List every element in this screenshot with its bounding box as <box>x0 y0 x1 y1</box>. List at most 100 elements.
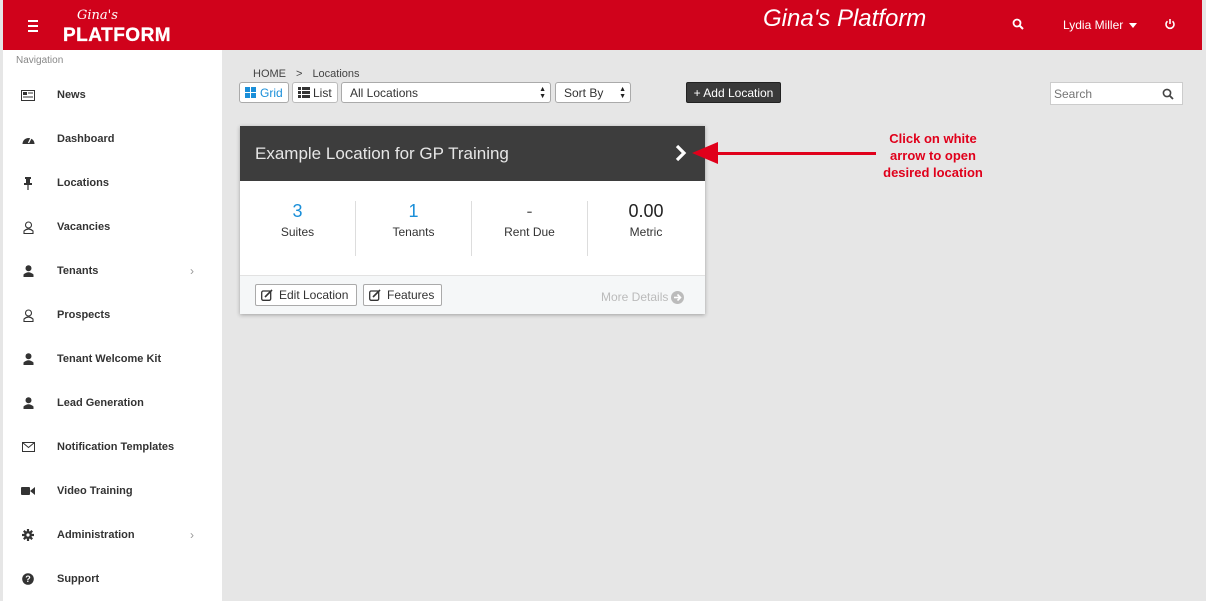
user-outline-icon <box>21 308 35 322</box>
sidebar-item-notification-templates[interactable]: Notification Templates <box>3 432 222 462</box>
breadcrumb-home[interactable]: HOME <box>253 68 286 80</box>
annotation-line-3: desired location <box>883 165 983 180</box>
app-title: Gina's Platform <box>763 5 927 32</box>
top-header: Gina's PLATFORM Gina's Platform Lydia Mi… <box>3 0 1202 50</box>
sidebar-item-label: Video Training <box>57 485 133 497</box>
nav-heading: Navigation <box>16 55 64 66</box>
list-label: List <box>313 85 332 100</box>
user-menu[interactable]: Lydia Miller <box>1063 18 1138 32</box>
stat-label: Metric <box>629 225 663 239</box>
dashboard-icon <box>21 132 35 146</box>
sidebar-item-label: Notification Templates <box>57 441 175 453</box>
sidebar-item-video-training[interactable]: Video Training <box>3 476 222 506</box>
sort-select-value: Sort By <box>564 85 604 100</box>
sidebar-item-label: Tenants <box>57 265 99 277</box>
hamburger-menu-icon[interactable] <box>23 14 43 36</box>
grid-icon <box>245 87 256 98</box>
arrow-circle-right-icon <box>671 290 685 304</box>
search-box <box>1050 82 1183 105</box>
sidebar-item-label: Support <box>57 573 100 585</box>
stat-metric: 0.00 Metric <box>588 201 704 256</box>
sidebar-item-label: Tenant Welcome Kit <box>57 353 162 365</box>
select-arrows-icon: ▲ ▼ <box>539 86 546 100</box>
stat-value[interactable]: 3 <box>240 201 355 222</box>
sidebar-item-label: Prospects <box>57 309 111 321</box>
power-icon[interactable] <box>1164 17 1180 33</box>
user-icon <box>21 396 35 410</box>
stat-label: Rent Due <box>504 225 555 239</box>
sidebar-item-tenants[interactable]: Tenants › <box>3 256 222 286</box>
stat-tenants: 1 Tenants <box>356 201 472 256</box>
stat-label: Tenants <box>392 225 435 239</box>
search-input[interactable] <box>1051 83 1156 104</box>
stat-suites: 3 Suites <box>240 201 356 256</box>
breadcrumb-separator: > <box>296 68 303 80</box>
card-stats: 3 Suites 1 Tenants - Rent Due 0.00 Metri… <box>240 181 705 275</box>
user-name: Lydia Miller <box>1063 18 1124 32</box>
chevron-right-icon: › <box>190 528 194 542</box>
select-arrows-icon: ▲ ▼ <box>619 86 626 100</box>
list-view-button[interactable]: List <box>292 82 338 103</box>
sidebar-item-support[interactable]: ? Support <box>3 564 222 594</box>
question-icon: ? <box>21 572 35 586</box>
annotation-arrow-line <box>716 152 876 155</box>
logo-script: Gina's <box>77 8 118 23</box>
envelope-icon <box>21 440 35 454</box>
caret-down-icon <box>1129 23 1138 29</box>
pin-icon <box>21 176 35 190</box>
user-icon <box>21 264 35 278</box>
grid-label: Grid <box>260 85 283 100</box>
annotation-arrowhead <box>692 142 718 164</box>
sidebar-item-prospects[interactable]: Prospects <box>3 300 222 330</box>
sidebar-item-label: Vacancies <box>57 221 111 233</box>
sidebar-item-dashboard[interactable]: Dashboard <box>3 124 222 154</box>
open-location-arrow-icon[interactable] <box>674 144 690 162</box>
add-location-button[interactable]: + Add Location <box>686 82 781 103</box>
sidebar-item-label: Locations <box>57 177 109 189</box>
sort-select[interactable]: Sort By ▲ ▼ <box>555 82 631 103</box>
annotation-text: Click on white arrow to open desired loc… <box>868 130 998 181</box>
gear-icon <box>21 528 35 542</box>
sidebar-item-lead-generation[interactable]: Lead Generation <box>3 388 222 418</box>
edit-icon <box>261 289 273 301</box>
more-details-label: More Details <box>601 290 669 304</box>
search-icon[interactable] <box>1162 88 1174 100</box>
card-header: Example Location for GP Training <box>240 126 705 181</box>
list-icon <box>298 87 310 98</box>
breadcrumb-current: Locations <box>312 68 360 80</box>
user-icon <box>21 352 35 366</box>
stat-value[interactable]: 1 <box>356 201 471 222</box>
search-icon[interactable] <box>1012 17 1028 33</box>
sidebar-item-news[interactable]: News <box>3 80 222 110</box>
annotation-line-1: Click on white <box>889 131 977 146</box>
sidebar-item-label: Administration <box>57 529 135 541</box>
edit-location-button[interactable]: Edit Location <box>255 284 357 306</box>
card-footer: Edit Location Features More Details <box>240 275 705 314</box>
sidebar: Navigation News Dashboard Locations Vaca… <box>3 50 222 601</box>
chevron-right-icon: › <box>190 264 194 278</box>
location-title[interactable]: Example Location for GP Training <box>255 144 509 164</box>
sidebar-item-locations[interactable]: Locations <box>3 168 222 198</box>
svg-text:?: ? <box>25 574 31 584</box>
features-button[interactable]: Features <box>363 284 442 306</box>
app-logo[interactable]: Gina's PLATFORM <box>61 8 171 46</box>
newspaper-icon <box>21 88 35 102</box>
stat-value: - <box>526 201 533 221</box>
stat-rent-due: - Rent Due <box>472 201 588 256</box>
sidebar-item-administration[interactable]: Administration › <box>3 520 222 550</box>
grid-view-button[interactable]: Grid <box>239 82 289 103</box>
locations-select-value: All Locations <box>350 85 419 100</box>
sidebar-item-tenant-welcome-kit[interactable]: Tenant Welcome Kit <box>3 344 222 374</box>
sidebar-item-label: Lead Generation <box>57 397 144 409</box>
sidebar-item-label: News <box>57 89 86 101</box>
edit-location-label: Edit Location <box>279 288 349 302</box>
user-outline-icon <box>21 220 35 234</box>
stat-value: 0.00 <box>628 201 664 221</box>
location-card: Example Location for GP Training 3 Suite… <box>240 126 705 314</box>
more-details-link[interactable]: More Details <box>601 290 685 304</box>
locations-select[interactable]: All Locations ▲ ▼ <box>341 82 551 103</box>
stat-label: Suites <box>280 225 315 239</box>
edit-icon <box>369 289 381 301</box>
sidebar-item-vacancies[interactable]: Vacancies <box>3 212 222 242</box>
video-camera-icon <box>21 484 35 498</box>
